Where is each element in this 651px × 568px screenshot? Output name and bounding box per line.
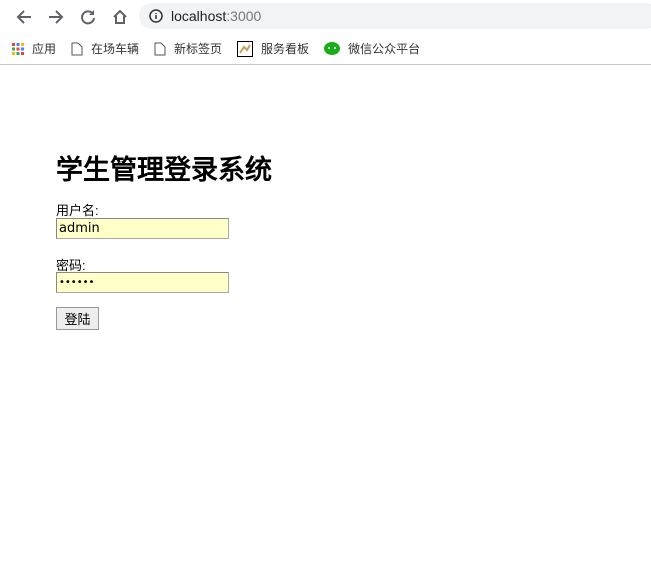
address-bar[interactable]: localhost:3000 bbox=[139, 3, 651, 29]
reload-icon bbox=[81, 9, 95, 24]
page-icon bbox=[154, 42, 166, 55]
username-label: 用户名: bbox=[56, 203, 99, 218]
url-host: localhost bbox=[171, 8, 227, 24]
bookmark-apps[interactable]: 应用 bbox=[12, 40, 56, 57]
tomcat-icon bbox=[237, 40, 254, 57]
page-icon bbox=[71, 42, 83, 55]
url-port: :3000 bbox=[226, 8, 262, 24]
home-button[interactable] bbox=[104, 3, 136, 31]
bookmark-new-tab[interactable]: 新标签页 bbox=[154, 40, 222, 57]
bookmark-parked-vehicles[interactable]: 在场车辆 bbox=[71, 40, 139, 57]
back-button[interactable] bbox=[8, 3, 40, 31]
password-input[interactable]: •••••• bbox=[56, 272, 229, 293]
wechat-icon bbox=[324, 41, 341, 55]
arrow-right-icon bbox=[49, 9, 64, 24]
home-icon bbox=[113, 9, 127, 24]
forward-button[interactable] bbox=[40, 3, 72, 31]
bookmark-service-board[interactable]: 服务看板 bbox=[237, 40, 309, 57]
username-input[interactable]: admin bbox=[56, 218, 229, 239]
info-icon bbox=[149, 9, 163, 23]
arrow-left-icon bbox=[16, 9, 31, 24]
apps-grid-icon bbox=[12, 42, 24, 55]
login-button[interactable]: 登陆 bbox=[56, 307, 99, 330]
page-title: 学生管理登录系统 bbox=[56, 155, 272, 185]
bookmarks-bar: 应用 在场车辆 新标签页 服务看板 微信公众平台 bbox=[0, 33, 651, 65]
bookmark-wechat[interactable]: 微信公众平台 bbox=[324, 40, 420, 57]
reload-button[interactable] bbox=[72, 3, 104, 31]
